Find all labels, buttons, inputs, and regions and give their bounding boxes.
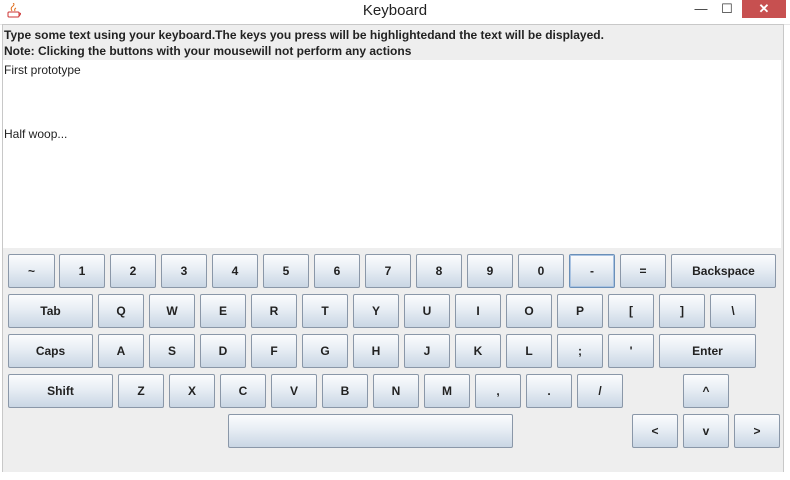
key-d[interactable]: D [200, 334, 246, 368]
key-9[interactable]: 9 [467, 254, 513, 288]
key-o[interactable]: O [506, 294, 552, 328]
key-8[interactable]: 8 [416, 254, 462, 288]
key-k[interactable]: K [455, 334, 501, 368]
key-y[interactable]: Y [353, 294, 399, 328]
window-bottom-edge [2, 472, 784, 480]
key-t[interactable]: T [302, 294, 348, 328]
key-m[interactable]: M [424, 374, 470, 408]
key-p[interactable]: P [557, 294, 603, 328]
key-semicolon[interactable]: ; [557, 334, 603, 368]
key-1[interactable]: 1 [59, 254, 105, 288]
key-0[interactable]: 0 [518, 254, 564, 288]
key-5[interactable]: 5 [263, 254, 309, 288]
key-n[interactable]: N [373, 374, 419, 408]
key-w[interactable]: W [149, 294, 195, 328]
instruction-line-2: Note: Clicking the buttons with your mou… [4, 44, 412, 58]
key-g[interactable]: G [302, 334, 348, 368]
window-title: Keyboard [362, 2, 428, 19]
key-slash[interactable]: / [577, 374, 623, 408]
key-h[interactable]: H [353, 334, 399, 368]
key-tab[interactable]: Tab [8, 294, 93, 328]
key-j[interactable]: J [404, 334, 450, 368]
key-4[interactable]: 4 [212, 254, 258, 288]
key-i[interactable]: I [455, 294, 501, 328]
key-quote[interactable]: ' [608, 334, 654, 368]
key-caps[interactable]: Caps [8, 334, 93, 368]
key-left-bracket[interactable]: [ [608, 294, 654, 328]
key-equals[interactable]: = [620, 254, 666, 288]
key-arrow-right[interactable]: > [734, 414, 780, 448]
key-right-bracket[interactable]: ] [659, 294, 705, 328]
typed-text-area[interactable]: First prototype Half woop... [3, 60, 781, 248]
key-comma[interactable]: , [475, 374, 521, 408]
instructions-panel: Type some text using your keyboard.The k… [3, 27, 781, 60]
key-a[interactable]: A [98, 334, 144, 368]
key-2[interactable]: 2 [110, 254, 156, 288]
key-s[interactable]: S [149, 334, 195, 368]
key-f[interactable]: F [251, 334, 297, 368]
key-v[interactable]: V [271, 374, 317, 408]
key-arrow-down[interactable]: v [683, 414, 729, 448]
minimize-button[interactable]: — [688, 0, 714, 18]
text-line-1: First prototype [4, 63, 81, 77]
key-e[interactable]: E [200, 294, 246, 328]
key-c[interactable]: C [220, 374, 266, 408]
key-6[interactable]: 6 [314, 254, 360, 288]
text-line-2: Half woop... [4, 127, 68, 141]
keyboard-panel: ~ 1 2 3 4 5 6 7 8 9 0 - = Backspace Tab … [3, 248, 781, 472]
key-arrow-up[interactable]: ^ [683, 374, 729, 408]
key-3[interactable]: 3 [161, 254, 207, 288]
key-space[interactable] [228, 414, 513, 448]
close-button[interactable]: ✕ [742, 0, 786, 18]
key-q[interactable]: Q [98, 294, 144, 328]
key-x[interactable]: X [169, 374, 215, 408]
key-backslash[interactable]: \ [710, 294, 756, 328]
key-r[interactable]: R [251, 294, 297, 328]
key-7[interactable]: 7 [365, 254, 411, 288]
key-arrow-left[interactable]: < [632, 414, 678, 448]
key-period[interactable]: . [526, 374, 572, 408]
key-tilde[interactable]: ~ [8, 254, 55, 288]
maximize-button[interactable]: ☐ [714, 0, 740, 18]
key-l[interactable]: L [506, 334, 552, 368]
key-enter[interactable]: Enter [659, 334, 756, 368]
instruction-line-1: Type some text using your keyboard.The k… [4, 28, 604, 42]
key-backspace[interactable]: Backspace [671, 254, 776, 288]
key-u[interactable]: U [404, 294, 450, 328]
key-minus[interactable]: - [569, 254, 615, 288]
key-z[interactable]: Z [118, 374, 164, 408]
key-shift[interactable]: Shift [8, 374, 113, 408]
key-b[interactable]: B [322, 374, 368, 408]
title-bar: Keyboard — ☐ ✕ [0, 0, 790, 25]
